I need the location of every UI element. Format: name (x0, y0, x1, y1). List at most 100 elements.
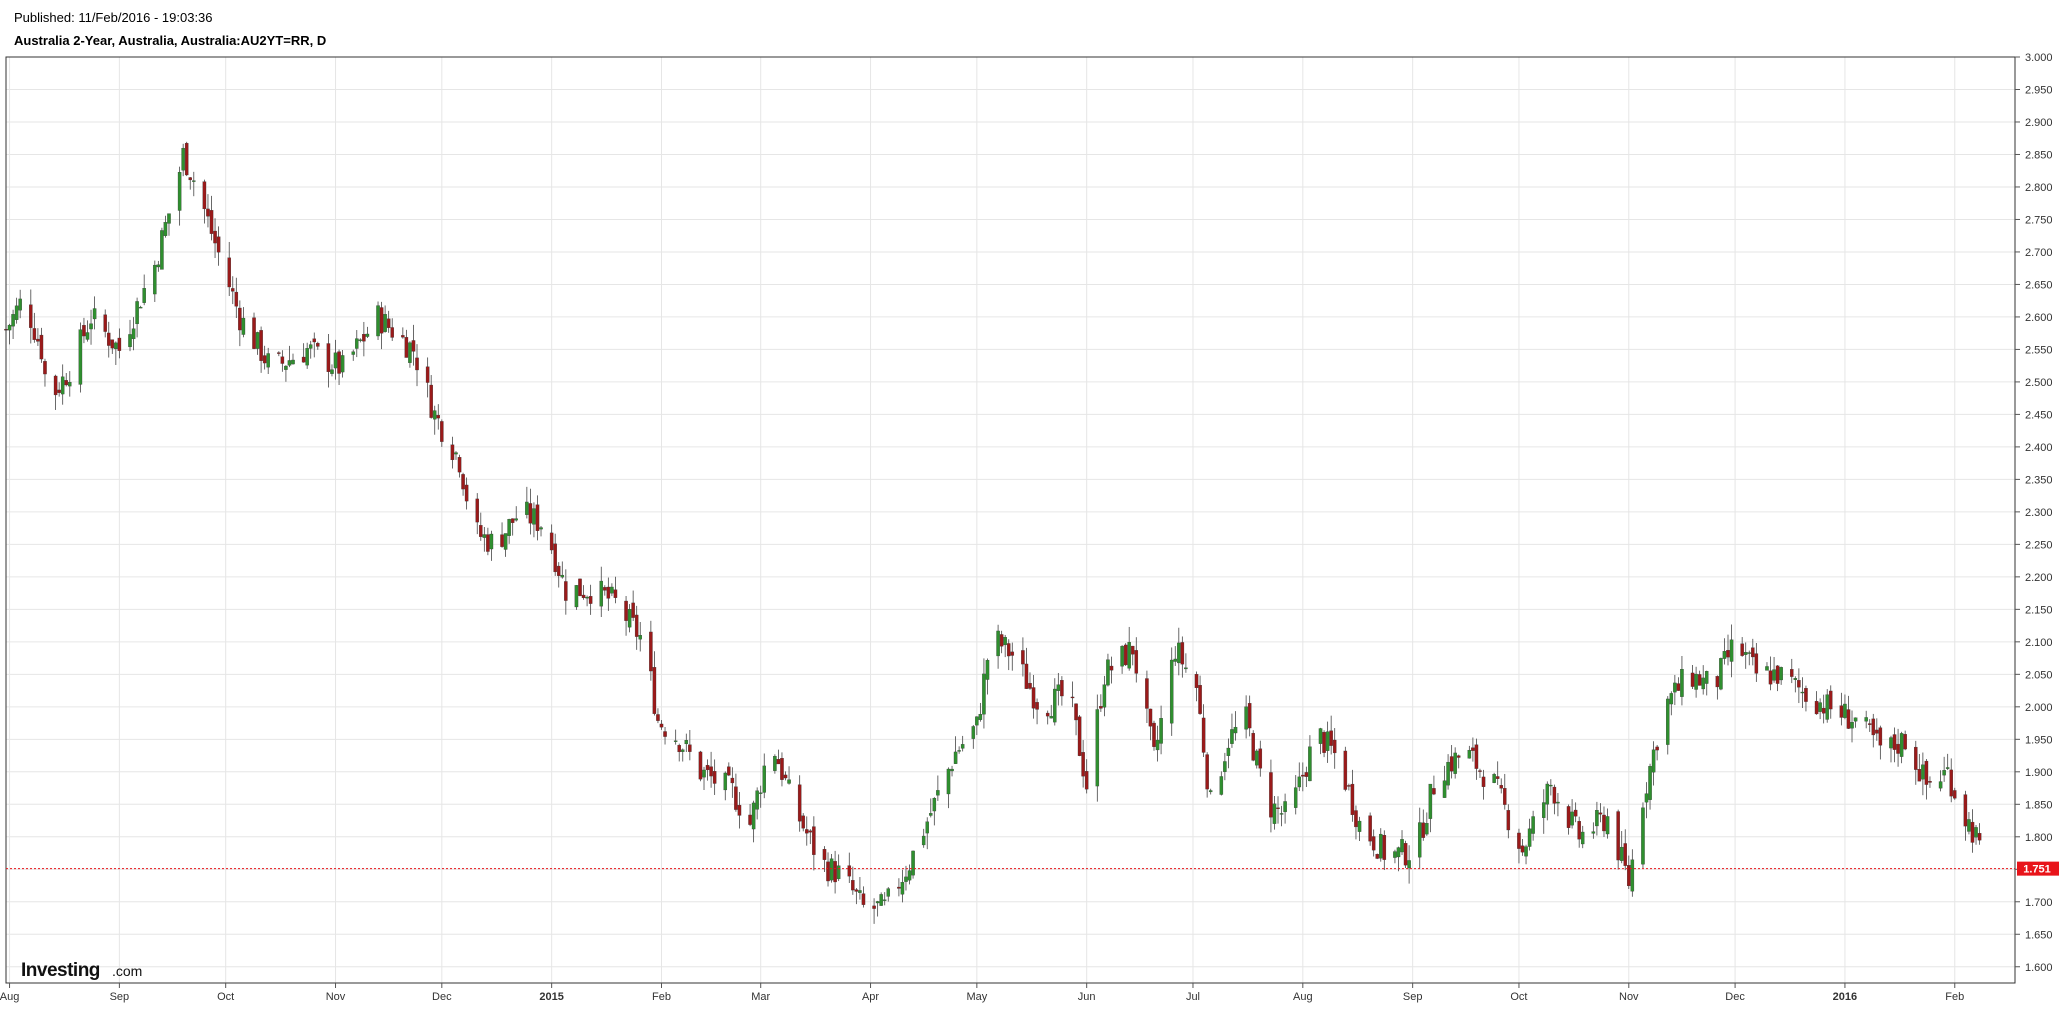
candle-body (805, 829, 809, 834)
candle (479, 512, 483, 541)
candle (234, 277, 239, 319)
candle-body (1332, 739, 1337, 754)
candle-body (1942, 770, 1946, 776)
candle-body (1407, 860, 1411, 869)
candle-body (1800, 691, 1805, 694)
candle-body (812, 826, 816, 855)
candle (184, 141, 189, 177)
candle (1219, 771, 1224, 796)
candle-body (383, 314, 387, 332)
candle (425, 357, 430, 398)
candle-body (858, 890, 862, 893)
candle (241, 307, 246, 338)
candle-body (1244, 706, 1248, 730)
y-tick-label: 1.600 (2025, 962, 2053, 974)
candle-body (1729, 639, 1734, 662)
candle-body (808, 830, 813, 833)
candle (1552, 784, 1557, 815)
candle-body (1506, 810, 1511, 831)
candle (1024, 647, 1029, 689)
candle-body (585, 596, 589, 599)
last-price-label: 1.751 (2023, 864, 2051, 876)
investing-logo[interactable]: Investing .com (21, 960, 142, 981)
candle (482, 527, 487, 552)
candle-body (255, 332, 260, 349)
candle-body (1580, 831, 1585, 845)
candle-body (1573, 809, 1578, 817)
candle (1428, 783, 1433, 833)
candle (1035, 698, 1039, 725)
candle-body (1159, 718, 1163, 744)
candle-body (1977, 833, 1982, 841)
candle-body (975, 716, 979, 726)
candle (681, 748, 685, 762)
candle-body (1417, 822, 1422, 858)
candle (326, 333, 331, 388)
candle (1605, 808, 1610, 839)
candle (978, 702, 983, 722)
candle (1623, 829, 1627, 871)
candle (1201, 704, 1206, 758)
candle-body (1049, 716, 1053, 719)
candle (355, 330, 359, 358)
candle (613, 576, 618, 604)
candle (627, 604, 632, 633)
candle-body (539, 527, 543, 530)
candle-body (1492, 774, 1496, 783)
candle-body (897, 886, 901, 889)
candle-body (705, 764, 710, 771)
candle-body (634, 614, 639, 637)
candlestick-chart[interactable]: 3.000 2.950 2.900 2.850 2.800 2.750 2.700 2.650… (0, 0, 2061, 1010)
candle (82, 317, 86, 344)
candle (1145, 670, 1149, 724)
candle-body (1938, 781, 1943, 789)
candle-body (36, 338, 40, 342)
candle-body (312, 338, 317, 343)
candle (1542, 789, 1546, 834)
candle-body (1740, 643, 1744, 656)
candle-body (1446, 761, 1450, 786)
candle-body (688, 744, 692, 752)
candle (649, 620, 653, 681)
candle-body (1379, 833, 1383, 859)
candle-body (624, 600, 628, 621)
candle-body (1974, 827, 1978, 838)
candle (1627, 855, 1631, 889)
candle (1173, 646, 1178, 666)
candle-body (1751, 647, 1755, 658)
candle (911, 850, 915, 879)
candle (461, 472, 465, 496)
candle-body (1219, 776, 1224, 795)
candle (1350, 769, 1355, 822)
candle (1928, 776, 1932, 788)
candle (14, 297, 19, 324)
candle-body (613, 589, 618, 598)
candle-body (1177, 642, 1181, 664)
candle-body (181, 147, 185, 171)
candle-body (135, 301, 139, 325)
candle (1772, 656, 1776, 683)
candle-body (1704, 670, 1709, 684)
candle-body (305, 348, 309, 366)
candle-body (801, 815, 805, 829)
candle-body (128, 334, 132, 348)
candle-body (1272, 803, 1277, 824)
candle-body (340, 355, 345, 373)
candle (60, 364, 65, 405)
candle (1053, 678, 1057, 726)
candle (1697, 670, 1702, 686)
candle (64, 373, 68, 387)
candle (553, 533, 557, 576)
x-tick-label: Aug (1293, 991, 1313, 1003)
x-tick-label: Sep (1403, 991, 1423, 1003)
candle (1255, 749, 1259, 769)
candle (1354, 805, 1358, 840)
candle (11, 309, 15, 339)
candle (1648, 763, 1652, 810)
candle (1251, 730, 1255, 762)
candle-body (1318, 728, 1323, 744)
candle (936, 775, 940, 801)
candle-body (836, 865, 841, 880)
candle (560, 561, 565, 579)
candle-body (64, 380, 68, 386)
